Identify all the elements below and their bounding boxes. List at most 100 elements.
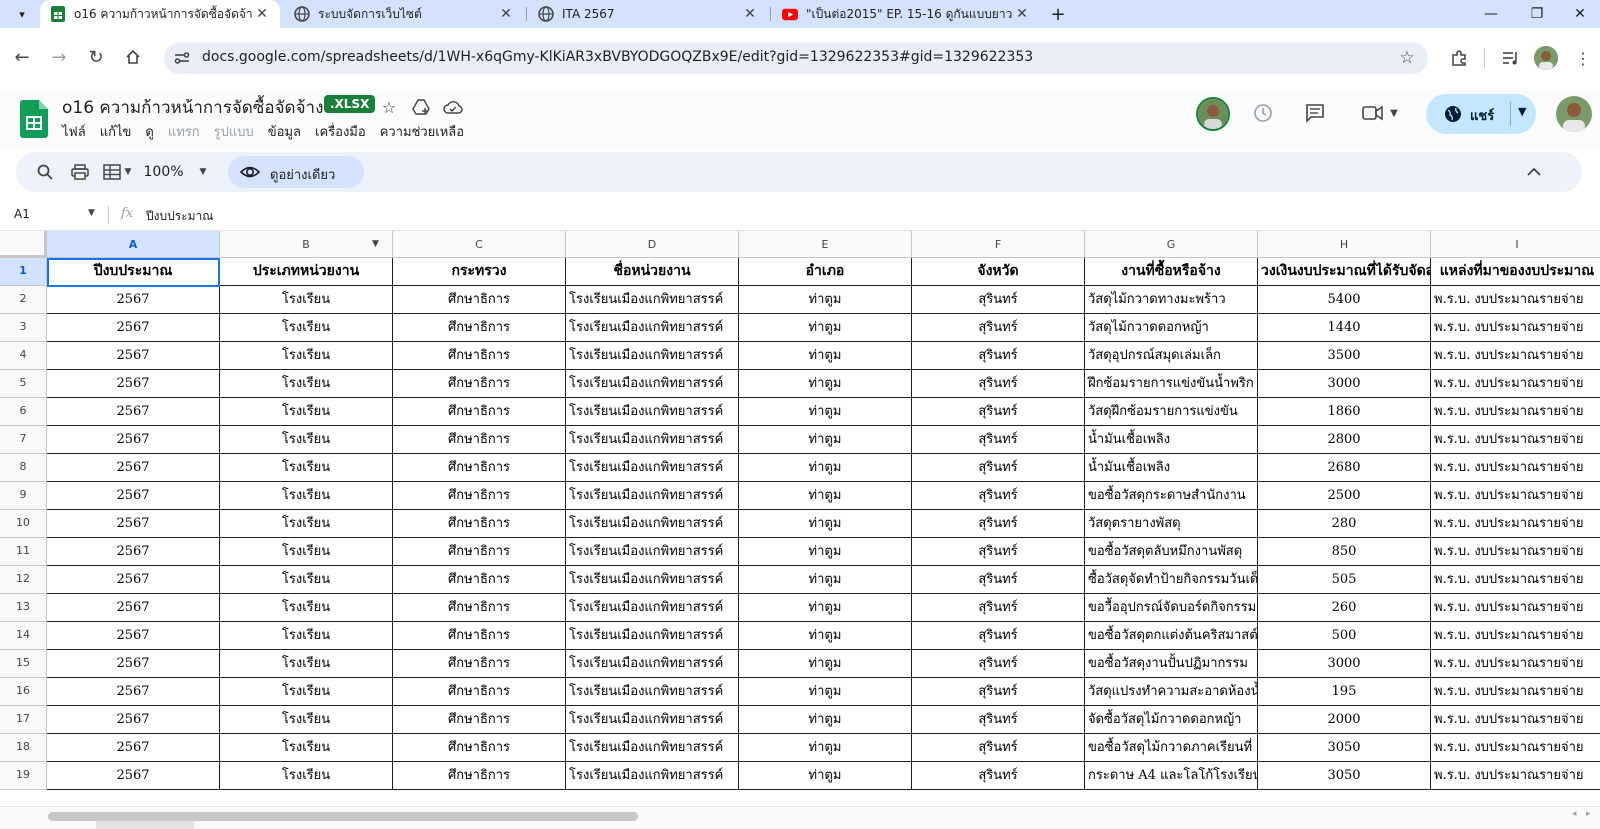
table-cell[interactable]: พ.ร.บ. งบประมาณรายจ่าย — [1431, 370, 1600, 398]
table-cell[interactable]: โรงเรียนเมืองแกพิทยาสรรค์ — [566, 650, 739, 678]
search-menus-button[interactable] — [34, 160, 56, 184]
address-bar[interactable]: docs.google.com/spreadsheets/d/1WH-x6qGm… — [164, 42, 1428, 74]
table-cell[interactable]: ศึกษาธิการ — [393, 342, 566, 370]
row-header[interactable]: 9 — [0, 482, 47, 510]
table-cell[interactable]: โรงเรียน — [220, 706, 393, 734]
row-header[interactable]: 3 — [0, 314, 47, 342]
table-cell[interactable]: 3050 — [1258, 734, 1431, 762]
name-box[interactable]: A1 — [14, 207, 30, 221]
menu-format[interactable]: รูปแบบ — [214, 125, 254, 140]
table-cell[interactable]: ท่าตูม — [739, 678, 912, 706]
table-cell[interactable]: โรงเรียนเมืองแกพิทยาสรรค์ — [566, 398, 739, 426]
table-cell[interactable]: สุรินทร์ — [912, 510, 1085, 538]
version-history-icon[interactable] — [1252, 102, 1274, 124]
table-cell[interactable]: สุรินทร์ — [912, 314, 1085, 342]
table-cell[interactable]: พ.ร.บ. งบประมาณรายจ่าย — [1431, 650, 1600, 678]
table-cell[interactable]: ท่าตูม — [739, 510, 912, 538]
table-cell[interactable]: ท่าตูม — [739, 594, 912, 622]
table-cell[interactable]: ศึกษาธิการ — [393, 314, 566, 342]
table-cell[interactable]: โรงเรียนเมืองแกพิทยาสรรค์ — [566, 706, 739, 734]
table-cell[interactable]: ท่าตูม — [739, 706, 912, 734]
table-cell[interactable]: โรงเรียน — [220, 678, 393, 706]
table-cell[interactable]: วัสดุอุปกรณ์สมุดเล่มเล็ก — [1085, 342, 1258, 370]
table-cell[interactable]: สุรินทร์ — [912, 706, 1085, 734]
table-cell[interactable]: 2500 — [1258, 482, 1431, 510]
column-header-h[interactable]: H — [1258, 231, 1431, 258]
table-cell[interactable]: 2567 — [47, 762, 220, 790]
table-cell[interactable]: 2000 — [1258, 706, 1431, 734]
select-all-corner[interactable] — [0, 231, 47, 258]
spreadsheet-grid[interactable]: A B C D E F G H I ▼ 1 ปีงบประมาณ ประเภทหน่วยงาน กระทร… — [0, 231, 1600, 807]
table-cell[interactable]: พ.ร.บ. งบประมาณรายจ่าย — [1431, 482, 1600, 510]
tab-search-dropdown[interactable]: ▾ — [10, 2, 34, 26]
header-cell[interactable]: กระทรวง — [393, 258, 566, 286]
table-cell[interactable]: โรงเรียน — [220, 314, 393, 342]
extensions-icon[interactable] — [1444, 43, 1474, 73]
share-button[interactable]: แชร์ ▼ — [1426, 94, 1536, 134]
table-cell[interactable]: ท่าตูม — [739, 426, 912, 454]
table-cell[interactable]: น้ำมันเชื้อเพลิง — [1085, 426, 1258, 454]
row-header[interactable]: 8 — [0, 454, 47, 482]
table-cell[interactable]: โรงเรียนเมืองแกพิทยาสรรค์ — [566, 538, 739, 566]
table-cell[interactable]: ขอซื้อวัสดุไม้กวาดภาคเรียนที่ 2 — [1085, 734, 1258, 762]
table-cell[interactable]: พ.ร.บ. งบประมาณรายจ่าย — [1431, 454, 1600, 482]
table-cell[interactable]: สุรินทร์ — [912, 482, 1085, 510]
table-cell[interactable]: โรงเรียนเมืองแกพิทยาสรรค์ — [566, 342, 739, 370]
new-tab-button[interactable]: + — [1046, 2, 1070, 26]
table-cell[interactable]: สุรินทร์ — [912, 566, 1085, 594]
table-cell[interactable]: 1440 — [1258, 314, 1431, 342]
menu-help[interactable]: ความช่วยเหลือ — [380, 125, 464, 140]
table-cell[interactable]: 1860 — [1258, 398, 1431, 426]
row-header[interactable]: 10 — [0, 510, 47, 538]
table-cell[interactable]: โรงเรียนเมืองแกพิทยาสรรค์ — [566, 762, 739, 790]
table-cell[interactable]: โรงเรียนเมืองแกพิทยาสรรค์ — [566, 678, 739, 706]
table-cell[interactable]: 2800 — [1258, 426, 1431, 454]
table-cell[interactable]: ท่าตูม — [739, 342, 912, 370]
column-header-f[interactable]: F — [912, 231, 1085, 258]
table-cell[interactable]: 2567 — [47, 426, 220, 454]
close-tab-icon[interactable]: ✕ — [740, 4, 760, 24]
horizontal-scrollbar[interactable]: ◂ ▸ — [0, 806, 1600, 829]
table-cell[interactable]: สุรินทร์ — [912, 342, 1085, 370]
table-cell[interactable]: 505 — [1258, 566, 1431, 594]
table-cell[interactable]: พ.ร.บ. งบประมาณรายจ่าย — [1431, 398, 1600, 426]
menu-view[interactable]: ดู — [145, 125, 153, 140]
table-cell[interactable]: ศึกษาธิการ — [393, 762, 566, 790]
table-cell[interactable]: สุรินทร์ — [912, 622, 1085, 650]
table-cell[interactable]: โรงเรียนเมืองแกพิทยาสรรค์ — [566, 454, 739, 482]
table-cell[interactable]: วัสดุไม้กวาดทางมะพร้าว — [1085, 286, 1258, 314]
table-cell[interactable]: โรงเรียนเมืองแกพิทยาสรรค์ — [566, 286, 739, 314]
table-cell[interactable]: ศึกษาธิการ — [393, 286, 566, 314]
table-cell[interactable]: 2567 — [47, 706, 220, 734]
table-cell[interactable]: โรงเรียนเมืองแกพิทยาสรรค์ — [566, 622, 739, 650]
menu-file[interactable]: ไฟล์ — [62, 125, 86, 140]
table-cell[interactable]: โรงเรียน — [220, 538, 393, 566]
table-cell[interactable]: 260 — [1258, 594, 1431, 622]
reload-button[interactable]: ↻ — [79, 40, 113, 74]
table-cell[interactable]: ศึกษาธิการ — [393, 538, 566, 566]
star-icon[interactable]: ☆ — [378, 96, 400, 118]
column-header-d[interactable]: D — [566, 231, 739, 258]
row-header[interactable]: 11 — [0, 538, 47, 566]
table-cell[interactable]: ท่าตูม — [739, 286, 912, 314]
table-cell[interactable]: 2567 — [47, 678, 220, 706]
table-cell[interactable]: 2567 — [47, 286, 220, 314]
table-cell[interactable]: 3050 — [1258, 762, 1431, 790]
table-cell[interactable]: พ.ร.บ. งบประมาณรายจ่าย — [1431, 538, 1600, 566]
row-header[interactable]: 16 — [0, 678, 47, 706]
table-cell[interactable]: สุรินทร์ — [912, 370, 1085, 398]
meet-button[interactable]: ▼ — [1360, 102, 1400, 124]
table-cell[interactable]: ท่าตูม — [739, 650, 912, 678]
table-cell[interactable]: ท่าตูม — [739, 622, 912, 650]
table-cell[interactable]: โรงเรียน — [220, 762, 393, 790]
table-cell[interactable]: โรงเรียน — [220, 398, 393, 426]
table-cell[interactable]: ศึกษาธิการ — [393, 370, 566, 398]
table-cell[interactable]: ศึกษาธิการ — [393, 566, 566, 594]
view-only-mode-button[interactable]: ดูอย่างเดียว — [228, 156, 364, 188]
table-cell[interactable]: โรงเรียน — [220, 342, 393, 370]
table-cell[interactable]: สุรินทร์ — [912, 426, 1085, 454]
table-cell[interactable]: สุรินทร์ — [912, 594, 1085, 622]
table-cell[interactable]: สุรินทร์ — [912, 538, 1085, 566]
header-cell[interactable]: ชื่อหน่วยงาน — [566, 258, 739, 286]
table-cell[interactable]: พ.ร.บ. งบประมาณรายจ่าย — [1431, 734, 1600, 762]
